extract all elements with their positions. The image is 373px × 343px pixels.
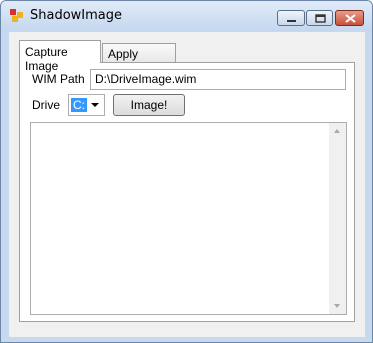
client-area: Capture Image Apply Image WIM Path D:\Dr… (9, 32, 365, 337)
output-textarea[interactable] (30, 122, 347, 315)
drive-selected-value: C: (71, 98, 87, 112)
tab-apply-image[interactable]: Apply Image (102, 43, 176, 75)
maximize-icon (315, 14, 326, 23)
maximize-button[interactable] (306, 10, 333, 26)
scroll-down-icon[interactable] (334, 304, 340, 308)
app-icon (10, 9, 23, 22)
drive-label: Drive (32, 98, 61, 112)
close-button[interactable] (335, 10, 364, 26)
wim-path-label: WIM Path (32, 72, 85, 86)
close-icon (345, 14, 356, 23)
chevron-down-icon[interactable] (91, 103, 99, 107)
app-window: ShadowImage Capture Image Apply Image WI… (0, 0, 373, 343)
scroll-up-icon[interactable] (334, 129, 340, 133)
capture-tab-panel: WIM Path D:\DriveImage.wim Drive C: Imag… (19, 62, 355, 322)
tab-capture-image[interactable]: Capture Image (19, 40, 101, 73)
minimize-button[interactable] (277, 10, 305, 26)
window-title: ShadowImage (30, 8, 123, 23)
minimize-icon (287, 20, 296, 22)
image-button[interactable]: Image! (113, 94, 185, 116)
drive-select[interactable]: C: (68, 94, 105, 116)
vertical-scrollbar[interactable] (329, 123, 346, 314)
title-bar[interactable]: ShadowImage (1, 1, 372, 31)
wim-path-input[interactable]: D:\DriveImage.wim (90, 69, 346, 90)
